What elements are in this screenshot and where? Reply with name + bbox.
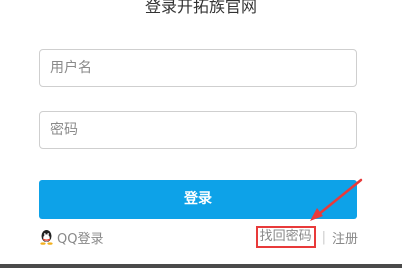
qq-login-label: QQ登录: [57, 231, 104, 247]
password-input[interactable]: [39, 111, 357, 149]
qq-login-link[interactable]: QQ登录: [39, 227, 103, 247]
red-arrow-icon: [310, 178, 363, 221]
qq-penguin-icon: [40, 230, 53, 245]
username-input[interactable]: [39, 49, 357, 87]
bottom-divider: [0, 264, 402, 268]
page-title: 登录开拓族官网: [144, 0, 257, 16]
